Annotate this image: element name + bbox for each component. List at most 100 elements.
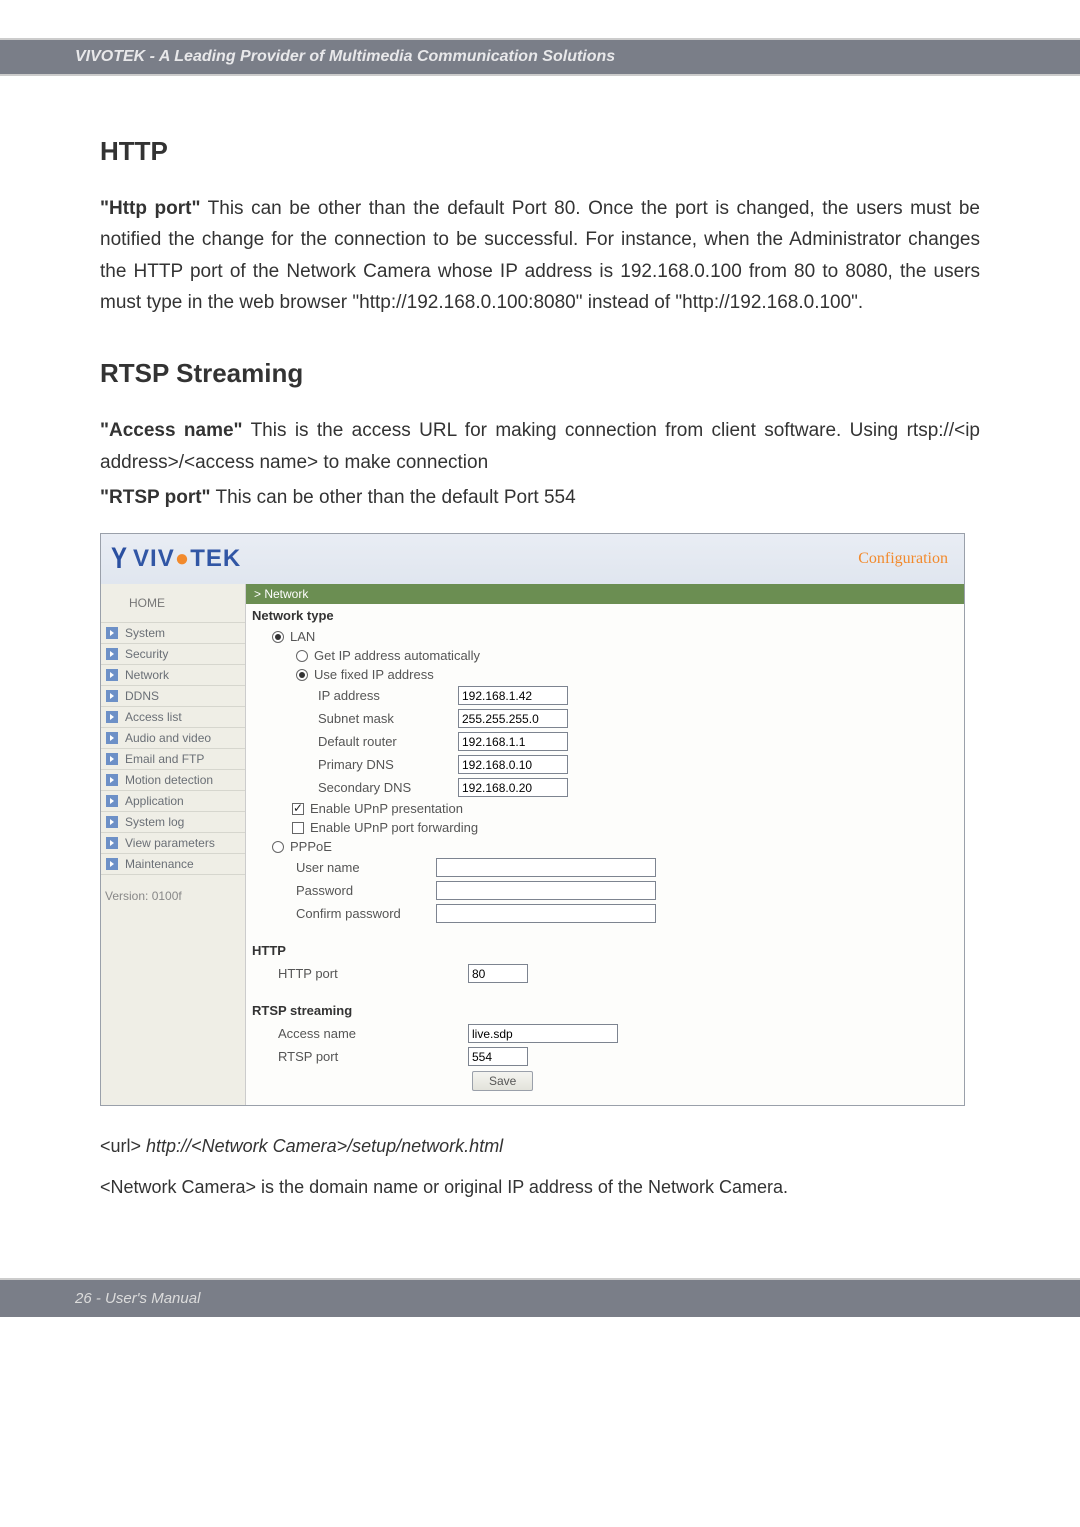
sidebar-item-security[interactable]: Security: [101, 644, 245, 665]
arrow-right-icon: [105, 815, 119, 829]
page-number: 26 - User's Manual: [75, 1290, 200, 1307]
secondary-dns-label: Secondary DNS: [318, 780, 458, 795]
arrow-right-icon: [105, 668, 119, 682]
rtsp-p2: "RTSP port" This can be other than the d…: [100, 482, 980, 513]
secondary-dns-input[interactable]: [458, 778, 568, 797]
breadcrumb: > Network: [246, 584, 964, 604]
rtsp-section-heading: RTSP streaming: [246, 999, 964, 1022]
sidebar-item-view-parameters[interactable]: View parameters: [101, 833, 245, 854]
sidebar-item-audio-video[interactable]: Audio and video: [101, 728, 245, 749]
lan-radio-row[interactable]: LAN: [252, 627, 958, 646]
pppoe-radio[interactable]: [272, 841, 284, 853]
sidebar-item-network[interactable]: Network: [101, 665, 245, 686]
upnp-forwarding-label: Enable UPnP port forwarding: [310, 820, 478, 835]
sidebar-item-system-log[interactable]: System log: [101, 812, 245, 833]
upnp-forwarding-checkbox[interactable]: [292, 822, 304, 834]
pppoe-confirm-label: Confirm password: [296, 906, 436, 921]
vivotek-logo: Y VIV●TEK: [109, 542, 241, 576]
use-fixed-ip-row[interactable]: Use fixed IP address: [252, 665, 958, 684]
configuration-label: Configuration: [858, 550, 948, 568]
pppoe-confirm-row: Confirm password: [252, 902, 958, 925]
rtsp-port-label: RTSP port: [278, 1049, 468, 1064]
sidebar-item-label: Maintenance: [125, 857, 194, 871]
lan-radio-label: LAN: [290, 629, 315, 644]
url-prefix: <url>: [100, 1136, 146, 1156]
main-panel: > Network Network type LAN Get IP addres…: [246, 584, 964, 1105]
network-type-heading: Network type: [246, 604, 964, 627]
doc-header: VIVOTEK - A Leading Provider of Multimed…: [0, 38, 1080, 76]
pppoe-pass-input[interactable]: [436, 881, 656, 900]
arrow-right-icon: [105, 626, 119, 640]
sidebar-item-system[interactable]: System: [101, 623, 245, 644]
arrow-right-icon: [105, 836, 119, 850]
sidebar-item-label: Access list: [125, 710, 182, 724]
sidebar-item-label: Application: [125, 794, 184, 808]
primary-dns-input[interactable]: [458, 755, 568, 774]
sidebar-item-label: System: [125, 626, 165, 640]
arrow-right-icon: [105, 689, 119, 703]
use-fixed-ip-radio[interactable]: [296, 669, 308, 681]
ip-address-row: IP address: [252, 684, 958, 707]
lan-radio[interactable]: [272, 631, 284, 643]
sidebar-item-email-ftp[interactable]: Email and FTP: [101, 749, 245, 770]
pppoe-user-row: User name: [252, 856, 958, 879]
rtsp-p1: "Access name" This is the access URL for…: [100, 415, 980, 478]
subnet-label: Subnet mask: [318, 711, 458, 726]
use-fixed-ip-label: Use fixed IP address: [314, 667, 434, 682]
arrow-right-icon: [105, 731, 119, 745]
sidebar-item-application[interactable]: Application: [101, 791, 245, 812]
upnp-presentation-label: Enable UPnP presentation: [310, 801, 463, 816]
upnp-presentation-checkbox[interactable]: [292, 803, 304, 815]
access-name-input[interactable]: [468, 1024, 618, 1043]
sidebar-item-maintenance[interactable]: Maintenance: [101, 854, 245, 875]
save-button[interactable]: Save: [472, 1071, 533, 1091]
pppoe-user-input[interactable]: [436, 858, 656, 877]
doc-header-text: VIVOTEK - A Leading Provider of Multimed…: [75, 48, 615, 65]
arrow-right-icon: [105, 752, 119, 766]
upnp-presentation-row[interactable]: Enable UPnP presentation: [252, 799, 958, 818]
rtsp-port-input[interactable]: [468, 1047, 528, 1066]
ui-topbar: Y VIV●TEK Configuration: [101, 534, 964, 584]
pppoe-user-label: User name: [296, 860, 436, 875]
upnp-forwarding-row[interactable]: Enable UPnP port forwarding: [252, 818, 958, 837]
http-port-input[interactable]: [468, 964, 528, 983]
sidebar-item-motion-detection[interactable]: Motion detection: [101, 770, 245, 791]
http-port-row: HTTP port: [252, 962, 958, 985]
ip-address-input[interactable]: [458, 686, 568, 705]
pppoe-confirm-input[interactable]: [436, 904, 656, 923]
sidebar-item-access-list[interactable]: Access list: [101, 707, 245, 728]
sidebar-item-ddns[interactable]: DDNS: [101, 686, 245, 707]
logo-mark-icon: Y: [111, 542, 127, 576]
arrow-right-icon: [105, 794, 119, 808]
http-port-label: HTTP port: [278, 966, 468, 981]
http-paragraph: "Http port" This can be other than the d…: [100, 193, 980, 318]
router-label: Default router: [318, 734, 458, 749]
firmware-version: Version: 0100f: [101, 875, 245, 903]
sidebar-item-label: Network: [125, 668, 169, 682]
get-ip-auto-row[interactable]: Get IP address automatically: [252, 646, 958, 665]
http-heading: HTTP: [100, 136, 980, 167]
sidebar-item-label: Audio and video: [125, 731, 211, 745]
sidebar-home[interactable]: HOME: [101, 584, 245, 623]
http-section-heading: HTTP: [246, 939, 964, 962]
arrow-right-icon: [105, 647, 119, 661]
pppoe-pass-label: Password: [296, 883, 436, 898]
subnet-row: Subnet mask: [252, 707, 958, 730]
router-row: Default router: [252, 730, 958, 753]
rtsp-port-term: "RTSP port": [100, 487, 211, 508]
pppoe-radio-label: PPPoE: [290, 839, 332, 854]
rtsp-port-row: RTSP port: [252, 1045, 958, 1068]
http-port-term: "Http port": [100, 198, 200, 219]
primary-dns-row: Primary DNS: [252, 753, 958, 776]
get-ip-auto-radio[interactable]: [296, 650, 308, 662]
sidebar: HOME System Security Network: [101, 584, 246, 1105]
arrow-right-icon: [105, 773, 119, 787]
sidebar-item-label: Motion detection: [125, 773, 213, 787]
get-ip-auto-label: Get IP address automatically: [314, 648, 480, 663]
arrow-right-icon: [105, 710, 119, 724]
pppoe-radio-row[interactable]: PPPoE: [252, 837, 958, 856]
router-input[interactable]: [458, 732, 568, 751]
sidebar-item-label: Email and FTP: [125, 752, 204, 766]
subnet-input[interactable]: [458, 709, 568, 728]
primary-dns-label: Primary DNS: [318, 757, 458, 772]
